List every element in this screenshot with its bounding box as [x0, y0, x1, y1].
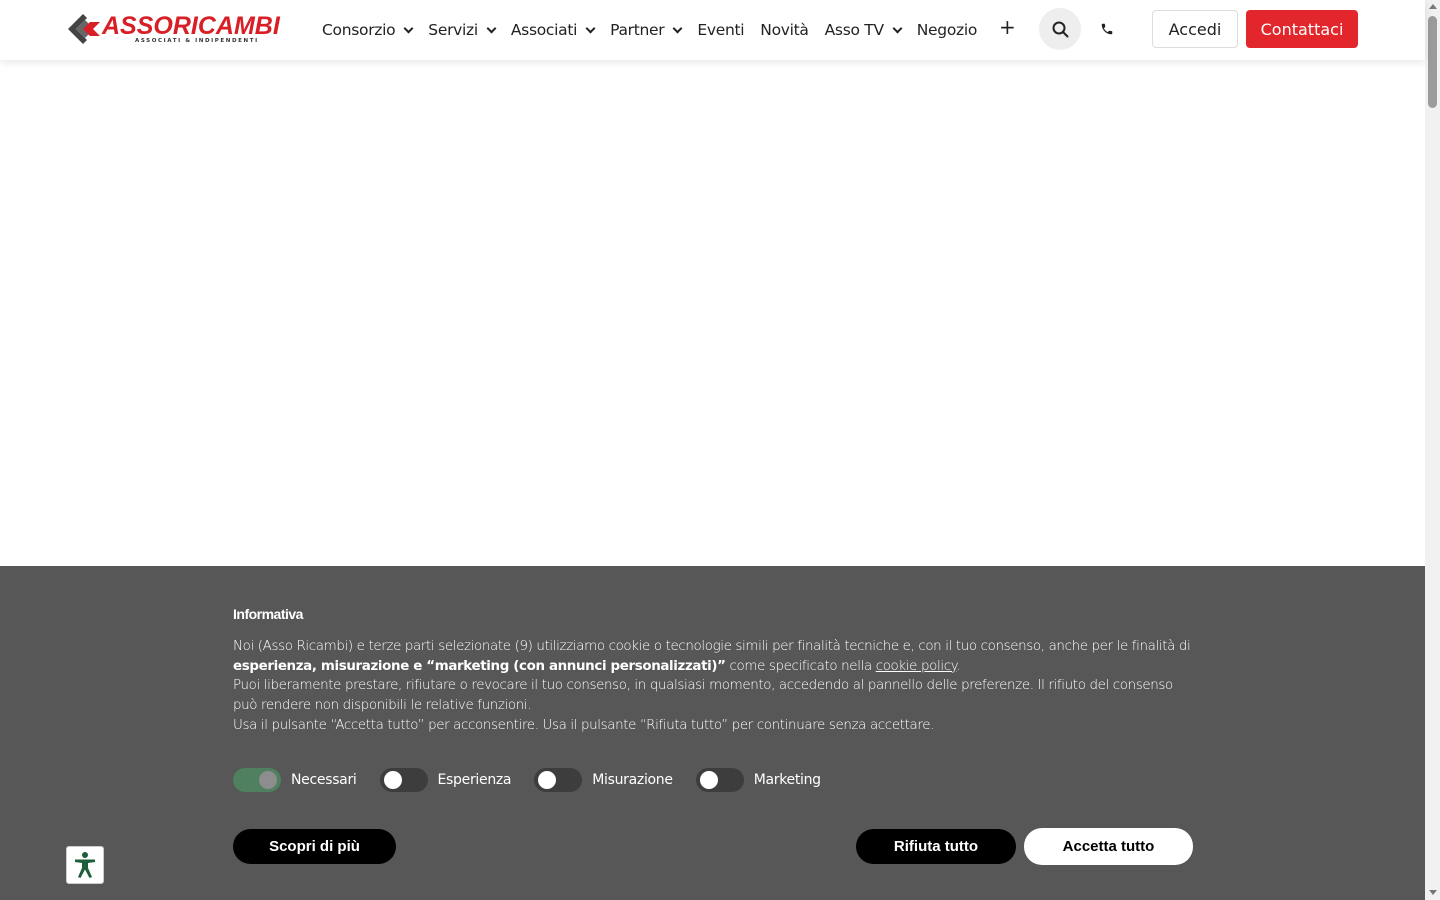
- chevron-down-icon: [486, 23, 497, 33]
- logo-mark-icon: [68, 14, 100, 44]
- logo[interactable]: ASSORICAMBI ASSOCIATI & INDIPENDENTI: [66, 12, 288, 46]
- toggle-label: Misurazione: [592, 772, 673, 788]
- cookie-text-1a: Noi (Asso Ricambi) e terze parti selezio…: [233, 639, 1191, 654]
- scroll-thumb[interactable]: [1428, 16, 1437, 108]
- toggle-group-misurazione: Misurazione: [534, 768, 673, 792]
- cookie-description: Noi (Asso Ricambi) e terze parti selezio…: [233, 637, 1193, 736]
- page-scrollbar[interactable]: [1425, 0, 1440, 900]
- logo-subtitle: ASSOCIATI & INDIPENDENTI: [135, 38, 259, 44]
- reject-all-button[interactable]: Rifiuta tutto: [856, 829, 1016, 864]
- accessibility-icon: [75, 852, 95, 878]
- cookie-paragraph-3: Usa il pulsante “Accetta tutto” per acco…: [233, 717, 935, 733]
- contact-button[interactable]: Contattaci: [1246, 10, 1358, 48]
- nav-label: Eventi: [697, 21, 745, 39]
- nav-label: Associati: [510, 21, 578, 39]
- nav-item-novita[interactable]: Novità: [760, 21, 809, 39]
- accept-all-button[interactable]: Accetta tutto: [1024, 828, 1193, 865]
- scroll-up-arrow-icon[interactable]: [1429, 4, 1437, 9]
- cookie-banner: Informativa Noi (Asso Ricambi) e terze p…: [0, 566, 1425, 900]
- nav-label: Consorzio: [322, 21, 396, 39]
- search-button[interactable]: [1039, 8, 1081, 50]
- nav-item-servizi[interactable]: Servizi: [428, 21, 497, 39]
- chevron-down-icon: [585, 23, 596, 33]
- main-nav: Consorzio Servizi Associati Partner Even…: [322, 0, 1016, 60]
- logo-text: ASSORICAMBI: [102, 12, 280, 40]
- nav-item-partner[interactable]: Partner: [610, 21, 683, 39]
- toggle-label: Necessari: [291, 772, 357, 788]
- toggle-marketing[interactable]: [695, 768, 744, 792]
- toggle-label: Esperienza: [437, 772, 512, 788]
- phone-button[interactable]: [1095, 17, 1119, 41]
- cookie-policy-link[interactable]: cookie policy: [876, 659, 957, 674]
- nav-label: Asso TV: [824, 21, 884, 39]
- toggle-necessari[interactable]: [233, 768, 281, 792]
- cookie-text-1-end: .: [956, 658, 961, 674]
- login-button[interactable]: Accedi: [1152, 10, 1238, 48]
- nav-item-consorzio[interactable]: Consorzio: [322, 21, 414, 39]
- toggle-knob: [383, 771, 402, 789]
- chevron-down-icon: [892, 23, 903, 33]
- nav-item-asso-tv[interactable]: Asso TV: [824, 21, 903, 39]
- toggle-group-necessari: Necessari: [233, 768, 357, 792]
- nav-label: Negozio: [916, 21, 978, 39]
- cookie-paragraph-1: Noi (Asso Ricambi) e terze parti selezio…: [233, 637, 1193, 676]
- page: ASSORICAMBI ASSOCIATI & INDIPENDENTI Con…: [0, 0, 1440, 900]
- nav-label: Servizi: [428, 21, 478, 39]
- toggle-group-marketing: Marketing: [695, 768, 821, 792]
- toggle-knob: [259, 771, 277, 789]
- toggle-knob: [538, 771, 557, 789]
- plus-icon[interactable]: +: [999, 15, 1016, 39]
- toggle-group-esperienza: Esperienza: [379, 768, 512, 792]
- chevron-down-icon: [403, 23, 414, 33]
- cookie-title: Informativa: [233, 606, 303, 622]
- nav-label: Partner: [610, 21, 665, 39]
- toggle-label: Marketing: [753, 772, 821, 788]
- search-icon: [1052, 21, 1068, 37]
- phone-icon: [1101, 23, 1113, 35]
- site-header: ASSORICAMBI ASSOCIATI & INDIPENDENTI Con…: [0, 0, 1425, 60]
- accessibility-button[interactable]: [66, 846, 104, 884]
- scroll-down-arrow-icon[interactable]: [1429, 890, 1437, 895]
- chevron-down-icon: [672, 23, 683, 33]
- toggle-esperienza[interactable]: [379, 768, 428, 792]
- nav-item-associati[interactable]: Associati: [510, 21, 596, 39]
- nav-item-negozio[interactable]: Negozio: [916, 21, 978, 39]
- cookie-paragraph-2: Puoi liberamente prestare, rifiutare o r…: [233, 678, 1173, 714]
- toggle-misurazione[interactable]: [534, 768, 583, 792]
- learn-more-button[interactable]: Scopri di più: [233, 829, 396, 864]
- toggle-knob: [699, 771, 718, 789]
- nav-item-eventi[interactable]: Eventi: [697, 21, 744, 39]
- cookie-text-bold: esperienza, misurazione e “marketing (co…: [233, 658, 726, 674]
- nav-label: Novità: [760, 21, 809, 39]
- consent-toggles: Necessari Esperienza Misurazione Marketi…: [233, 768, 844, 792]
- cookie-text-1b: come specificato nella: [725, 658, 876, 674]
